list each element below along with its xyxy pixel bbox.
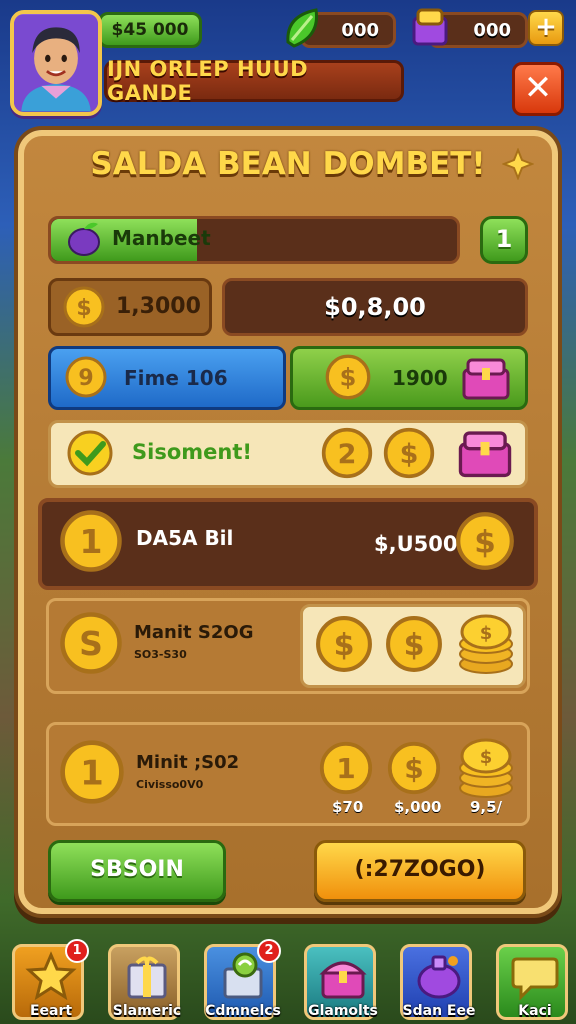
player-avatar[interactable] <box>10 10 102 116</box>
plum-icon <box>68 222 100 256</box>
nav-label: Sdan Eee <box>402 1003 476 1019</box>
notification-badge: 2 <box>257 939 281 963</box>
coin-icon: 1 <box>319 741 373 795</box>
gift-chest-icon <box>458 431 512 478</box>
coin-icon: $ <box>386 616 442 672</box>
checkmark-icon <box>67 430 113 476</box>
gems-value: 000 <box>341 19 379 41</box>
gift-chest-icon <box>462 358 510 400</box>
bill-label: DA5A Bil <box>136 526 234 550</box>
price-1: $70 <box>332 798 364 816</box>
nav-item-eeart[interactable]: 1 Eeart <box>12 939 89 1020</box>
coin-number: $ <box>480 623 493 644</box>
close-button[interactable]: ✕ <box>512 62 564 116</box>
nav-label: Glamolts <box>308 1003 378 1019</box>
coin-number: 1 <box>80 753 104 793</box>
chest-icon <box>319 961 367 999</box>
nav-label: Eeart <box>29 1003 73 1019</box>
coin-icon: 1 <box>60 510 122 572</box>
coin-amount: 1,3000 <box>116 294 201 319</box>
progress-label: Manbeet <box>112 226 211 250</box>
price-2: $,000 <box>394 798 442 816</box>
coin-number: S <box>79 624 103 663</box>
coin-number: $ <box>474 524 496 560</box>
coin-offer-value: 1900 <box>392 366 448 390</box>
gold-counter[interactable]: $45 000 <box>98 12 202 48</box>
coin-stack-icon: $ <box>459 738 513 798</box>
coin-icon: $ <box>63 286 105 328</box>
coin-number: 1 <box>80 522 103 561</box>
chat-icon <box>511 957 559 1001</box>
nav-item-glamolts[interactable]: Glamolts <box>304 944 378 1020</box>
mega-bundle-title: Minit ;S02 <box>136 752 240 773</box>
avatar-portrait-icon <box>14 14 98 112</box>
bundle-subtitle: SO3-S30 <box>134 648 187 661</box>
nav-label: Kaci <box>518 1003 552 1019</box>
coin-number: 1 <box>336 752 355 785</box>
coin-stack-icon: $ <box>459 614 513 674</box>
time-offer-label: Fime 106 <box>124 366 228 390</box>
coin-icon: 9 <box>65 356 107 398</box>
coin-number: $ <box>334 628 355 663</box>
potion-icon <box>417 955 461 999</box>
coin-number: $ <box>340 364 357 392</box>
coin-number: $ <box>404 752 423 785</box>
chests-value: 000 <box>473 19 511 41</box>
coin-number: $ <box>400 439 419 470</box>
game-title-banner: IJN ORLEP HUUD GANDE <box>104 57 404 105</box>
action-green-button[interactable]: SBSOIN <box>48 840 226 902</box>
leaf-gem-icon <box>286 8 319 48</box>
coin-icon: $ <box>383 427 435 479</box>
coin-icon: $ <box>316 616 372 672</box>
purple-chest-icon <box>412 8 448 46</box>
price-3: 9,5/ <box>470 798 503 816</box>
coin-icon: 1 <box>60 740 124 804</box>
nav-item-slameric[interactable]: Slameric <box>108 944 181 1020</box>
coin-number: 9 <box>78 366 93 391</box>
nav-label: Cdmnelcs <box>205 1003 281 1019</box>
sparkle-icon <box>502 148 534 180</box>
coin-icon: 2 <box>321 427 373 479</box>
level-badge[interactable]: 1 <box>480 216 528 264</box>
nav-label: Slameric <box>112 1003 182 1019</box>
bundle-title: Manit S2OG <box>134 622 254 643</box>
coin-number: $ <box>480 747 493 768</box>
achievement-label: Sisoment! <box>132 440 252 464</box>
coin-icon: $ <box>325 354 371 400</box>
coin-icon: $ <box>456 512 514 570</box>
coin-icon: $ <box>387 741 441 795</box>
bill-value: $,U500 <box>374 532 458 556</box>
coin-icon: S <box>60 612 122 674</box>
add-currency-button[interactable]: + <box>528 10 564 46</box>
mega-bundle-subtitle: Civisso0V0 <box>136 778 204 791</box>
gold-value: $45 000 <box>111 20 189 40</box>
coin-number: $ <box>404 628 425 663</box>
svg-text:$: $ <box>76 296 91 321</box>
nav-item-kaci[interactable]: Kaci <box>496 944 568 1020</box>
notification-badge: 1 <box>65 939 89 963</box>
gift-box-icon <box>127 956 167 999</box>
coin-number: 2 <box>338 439 357 470</box>
action-orange-button[interactable]: (:27ZOGO) <box>314 840 526 902</box>
nav-item-sdan-eee[interactable]: Sdan Eee <box>400 944 475 1020</box>
panel-title: SALDA BEAN DOMBET! <box>90 146 486 182</box>
nav-item-cdmnelcs[interactable]: 2 Cdmnelcs <box>204 939 281 1020</box>
balance-display: $0,8,00 <box>222 278 528 336</box>
